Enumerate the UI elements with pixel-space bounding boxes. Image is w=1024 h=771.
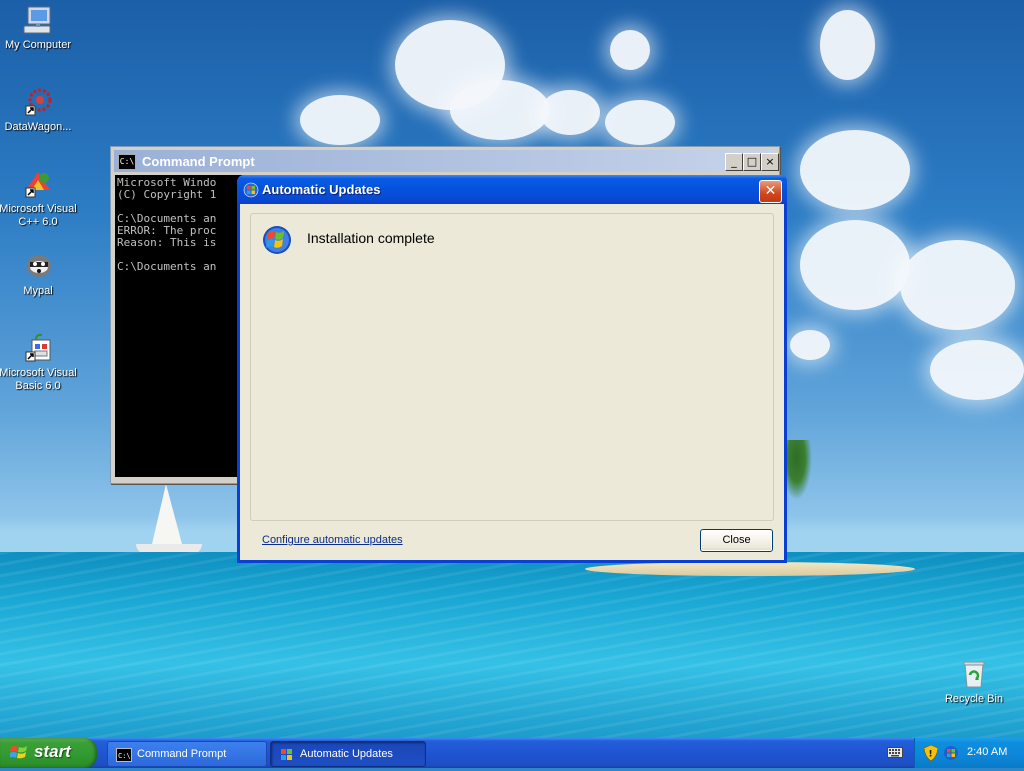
minimize-button[interactable]: _: [725, 153, 743, 171]
desktop-icon-my-computer[interactable]: My Computer: [0, 4, 78, 52]
cloud: [820, 10, 875, 80]
windows-update-icon: [261, 223, 293, 255]
dialog-title: Automatic Updates: [262, 182, 381, 197]
close-button[interactable]: Close: [700, 529, 773, 552]
desktop-icon-visual-basic[interactable]: Microsoft Visual Basic 6.0: [0, 332, 78, 393]
datawagon-icon: [22, 86, 54, 118]
windows-update-tray-icon[interactable]: [943, 745, 959, 764]
desktop-icon-label: My Computer: [4, 39, 72, 51]
mypal-icon: [22, 250, 54, 282]
windows-update-icon: [243, 182, 259, 198]
sea-texture: [0, 552, 1024, 738]
cloud: [610, 30, 650, 70]
status-heading: Installation complete: [307, 230, 435, 246]
cloud: [900, 240, 1015, 330]
status-panel: Installation complete: [250, 213, 774, 521]
desktop-icon-datawagon[interactable]: DataWagon...: [0, 86, 78, 134]
cloud: [800, 130, 910, 210]
maximize-button[interactable]: □: [743, 153, 761, 171]
desktop-icon-label: Microsoft Visual Basic 6.0: [0, 367, 77, 392]
keyboard-icon[interactable]: [887, 746, 903, 759]
visual-cpp-icon: [22, 168, 54, 200]
close-button[interactable]: ×: [761, 153, 779, 171]
desktop-icon-label: DataWagon...: [4, 121, 72, 133]
command-prompt-icon: C:\: [118, 154, 136, 170]
desktop-icon-recycle-bin[interactable]: Recycle Bin: [934, 658, 1014, 706]
system-tray: ! 2:40 AM: [914, 738, 1024, 768]
taskbar: start C:\ Command Prompt Automatic Updat…: [0, 738, 1024, 768]
cloud: [300, 95, 380, 145]
cloud: [790, 330, 830, 360]
desktop-icon-label: Microsoft Visual C++ 6.0: [0, 203, 77, 228]
sailboat-sail: [152, 484, 182, 544]
start-label: start: [34, 742, 71, 761]
window-title: Command Prompt: [142, 154, 255, 169]
desktop-icon-label: Mypal: [23, 285, 53, 297]
clock[interactable]: 2:40 AM: [967, 746, 1007, 758]
cloud: [930, 340, 1024, 400]
close-icon[interactable]: ✕: [759, 180, 782, 203]
visual-basic-icon: [22, 332, 54, 364]
my-computer-icon: [22, 4, 54, 36]
island: [585, 562, 915, 576]
windows-flag-icon: [9, 745, 28, 761]
command-prompt-icon: C:\: [116, 747, 132, 762]
recycle-bin-icon: [958, 658, 990, 690]
start-button[interactable]: start: [0, 738, 97, 768]
taskbar-item-label: Command Prompt: [137, 748, 227, 760]
windows-update-icon: [279, 747, 295, 761]
dialog-body: Installation complete Configure automati…: [240, 204, 784, 560]
command-prompt-titlebar[interactable]: C:\ Command Prompt _ □ ×: [114, 150, 779, 172]
svg-text:C:\: C:\: [118, 752, 131, 760]
desktop-icon-mypal[interactable]: Mypal: [0, 250, 78, 298]
svg-text:!: !: [929, 750, 933, 760]
cloud: [800, 220, 910, 310]
dialog-titlebar[interactable]: Automatic Updates ✕: [237, 175, 787, 204]
palm-tree: [786, 440, 812, 500]
cloud: [605, 100, 675, 145]
cloud: [450, 80, 550, 140]
configure-updates-link[interactable]: Configure automatic updates: [262, 534, 403, 546]
desktop-icon-label: Recycle Bin: [944, 693, 1004, 705]
taskbar-item-automatic-updates[interactable]: Automatic Updates: [270, 741, 426, 767]
security-shield-icon[interactable]: !: [923, 744, 939, 764]
taskbar-item-command-prompt[interactable]: C:\ Command Prompt: [107, 741, 267, 767]
desktop-icon-visual-cpp[interactable]: Microsoft Visual C++ 6.0: [0, 168, 78, 229]
cloud: [540, 90, 600, 135]
taskbar-item-label: Automatic Updates: [300, 748, 393, 760]
automatic-updates-dialog[interactable]: Automatic Updates ✕ Installation complet…: [237, 175, 787, 563]
